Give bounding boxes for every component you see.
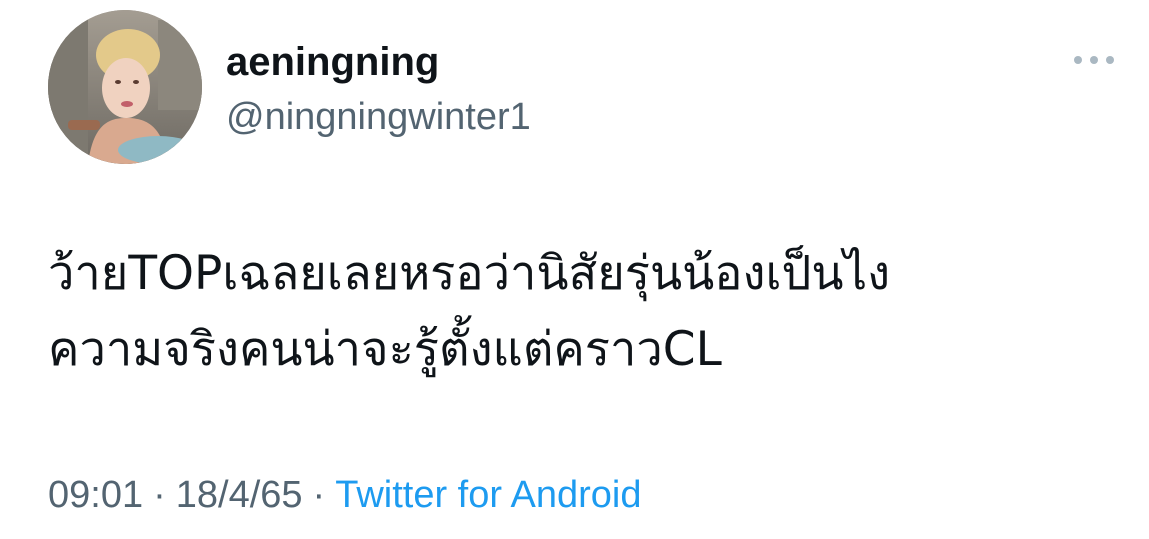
ellipsis-icon: [1074, 56, 1114, 64]
meta-separator: ·: [312, 474, 326, 516]
tweet-meta: 09:01 · 18/4/65 · Twitter for Android: [48, 472, 641, 518]
meta-separator: ·: [153, 474, 166, 516]
tweet-date[interactable]: 18/4/65: [176, 474, 303, 516]
avatar-image: [48, 10, 202, 164]
more-options-button[interactable]: [1066, 42, 1122, 78]
tweet-text: ว้ายTOPเฉลยเลยหรอว่านิสัยรุ่นน้องเป็นไง …: [48, 236, 1128, 388]
tweet-time[interactable]: 09:01: [48, 474, 143, 516]
tweet-text-line: ว้ายTOPเฉลยเลยหรอว่านิสัยรุ่นน้องเป็นไง: [48, 246, 891, 301]
tweet-source-link[interactable]: Twitter for Android: [335, 474, 641, 516]
user-handle[interactable]: @ningningwinter1: [226, 94, 531, 140]
avatar[interactable]: [48, 10, 202, 164]
tweet-card: aeningning @ningningwinter1 ว้ายTOPเฉลยเ…: [0, 0, 1149, 539]
tweet-text-line: ความจริงคนน่าจะรู้ตั้งแต่คราวCL: [48, 322, 722, 377]
display-name[interactable]: aeningning: [226, 38, 439, 86]
